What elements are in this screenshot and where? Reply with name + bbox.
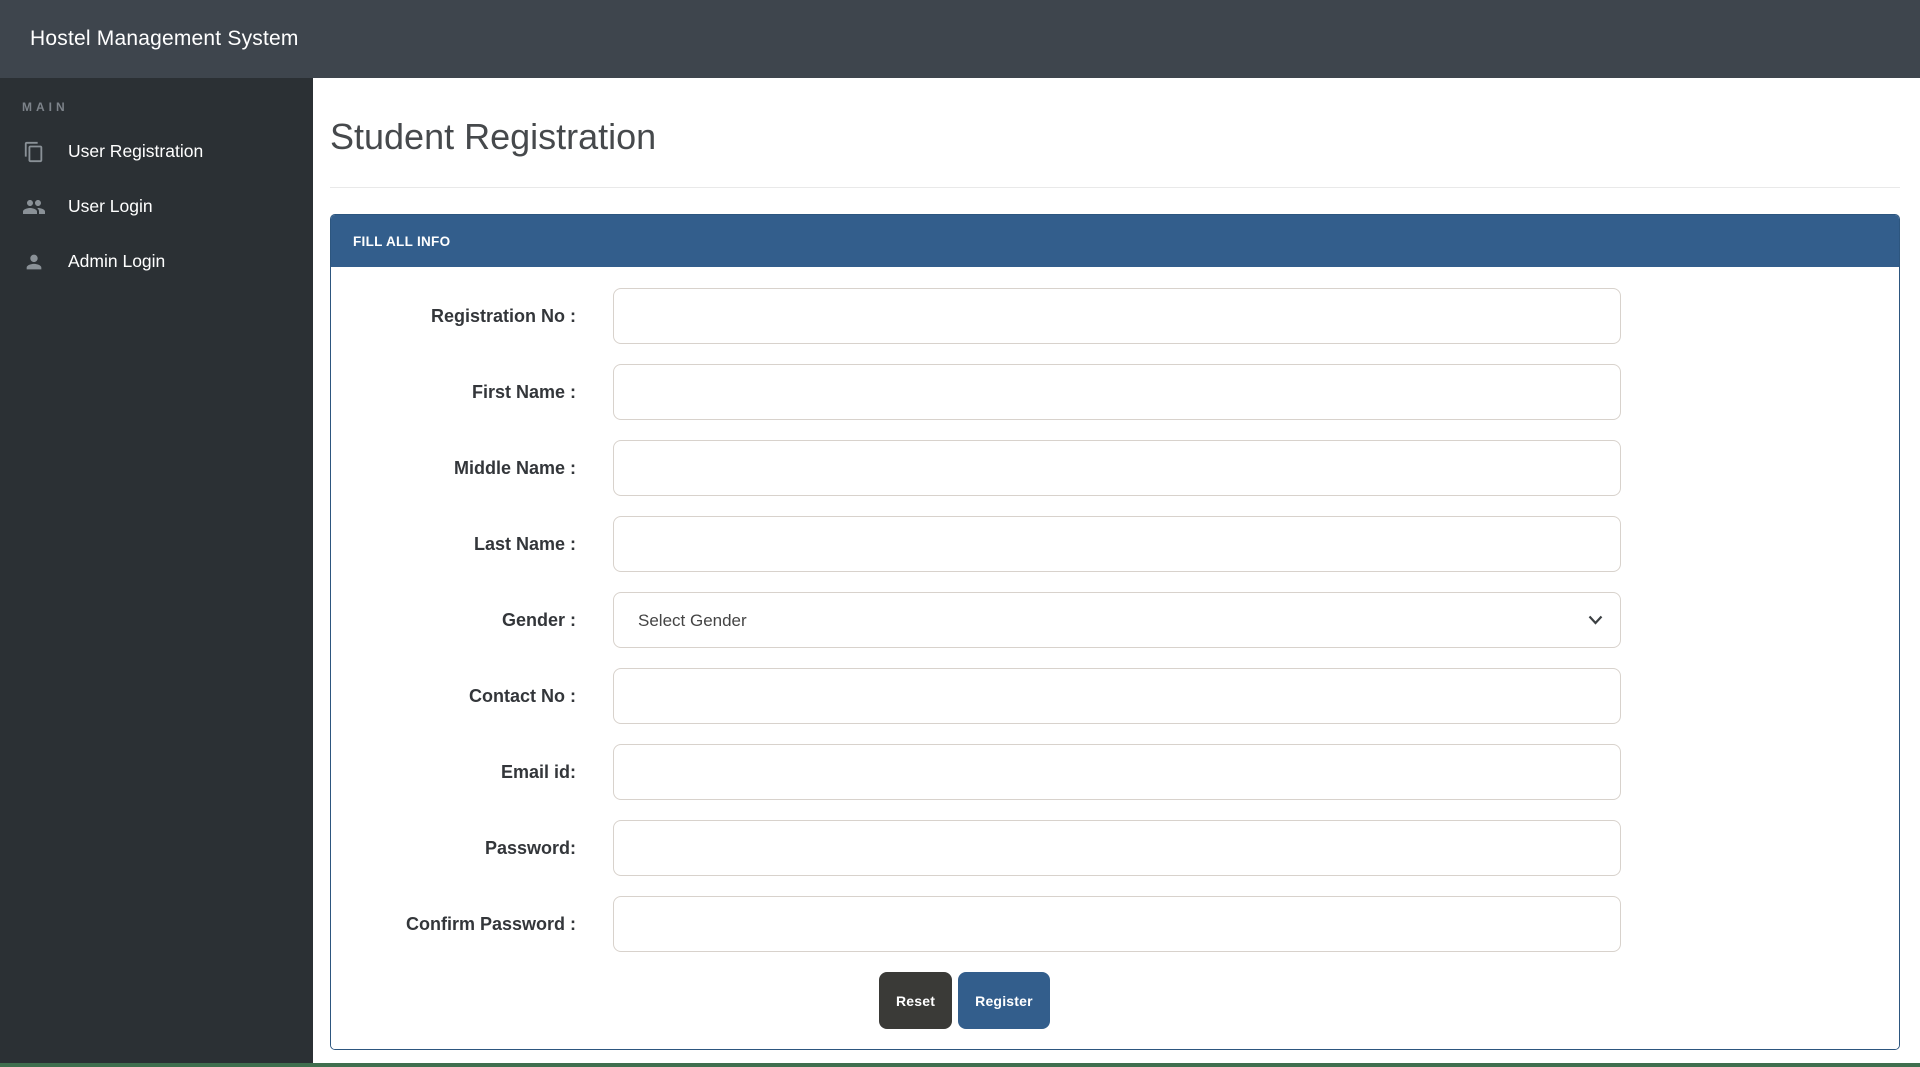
- sidebar: MAIN User Registration User Login Admin …: [0, 78, 313, 1063]
- register-button[interactable]: Register: [958, 972, 1050, 1030]
- form-row-email: Email id:: [346, 744, 1884, 801]
- panel-body: Registration No : First Name : Middle Na…: [331, 267, 1899, 1050]
- reset-button[interactable]: Reset: [879, 972, 953, 1030]
- panel-header-title: FILL ALL INFO: [353, 233, 451, 249]
- panel-header: FILL ALL INFO: [331, 215, 1899, 268]
- form-row-gender: Gender : Select Gender: [346, 592, 1884, 649]
- gender-select-wrap: Select Gender: [613, 592, 1621, 649]
- registration-no-label: Registration No :: [430, 305, 576, 326]
- confirm-password-input[interactable]: [613, 896, 1621, 953]
- sidebar-item-user-registration[interactable]: User Registration: [0, 124, 313, 179]
- contact-no-label: Contact No :: [469, 685, 576, 706]
- app-title: Hostel Management System: [30, 27, 299, 50]
- main-content: Student Registration FILL ALL INFO Regis…: [313, 78, 1920, 1063]
- first-name-input[interactable]: [613, 364, 1621, 421]
- email-input[interactable]: [613, 744, 1621, 801]
- sidebar-item-admin-login[interactable]: Admin Login: [0, 234, 313, 289]
- layout: MAIN User Registration User Login Admin …: [0, 78, 1920, 1063]
- footer-strip: [0, 1063, 1920, 1067]
- title-divider: [330, 187, 1900, 189]
- last-name-input[interactable]: [613, 516, 1621, 573]
- form-row-first-name: First Name :: [346, 364, 1884, 421]
- person-icon: [22, 250, 46, 274]
- copy-pages-icon: [22, 140, 46, 164]
- middle-name-input[interactable]: [613, 440, 1621, 497]
- sidebar-section-label: MAIN: [22, 100, 69, 114]
- confirm-password-label: Confirm Password :: [405, 913, 576, 934]
- sidebar-item-user-login[interactable]: User Login: [0, 179, 313, 234]
- sidebar-item-label: Admin Login: [68, 251, 166, 271]
- form-row-confirm-password: Confirm Password :: [346, 896, 1884, 953]
- sidebar-item-label: User Registration: [68, 141, 204, 161]
- password-label: Password:: [484, 837, 576, 858]
- password-input[interactable]: [613, 820, 1621, 877]
- top-navbar: Hostel Management System: [0, 0, 1920, 78]
- form-row-registration-no: Registration No :: [346, 288, 1884, 345]
- users-group-icon: [22, 195, 46, 219]
- contact-no-input[interactable]: [613, 668, 1621, 725]
- gender-select[interactable]: Select Gender: [613, 592, 1621, 649]
- registration-no-input[interactable]: [613, 288, 1621, 345]
- page-title: Student Registration: [330, 116, 657, 157]
- form-button-row: Reset Register: [879, 972, 1884, 1030]
- sidebar-item-label: User Login: [68, 196, 153, 216]
- form-row-last-name: Last Name :: [346, 516, 1884, 573]
- registration-panel: FILL ALL INFO Registration No : First Na…: [330, 214, 1900, 1051]
- gender-label: Gender :: [501, 609, 576, 630]
- last-name-label: Last Name :: [473, 533, 576, 554]
- form-row-contact-no: Contact No :: [346, 668, 1884, 725]
- form-row-middle-name: Middle Name :: [346, 440, 1884, 497]
- first-name-label: First Name :: [471, 381, 576, 402]
- form-row-password: Password:: [346, 820, 1884, 877]
- middle-name-label: Middle Name :: [453, 457, 576, 478]
- email-label: Email id:: [500, 761, 576, 782]
